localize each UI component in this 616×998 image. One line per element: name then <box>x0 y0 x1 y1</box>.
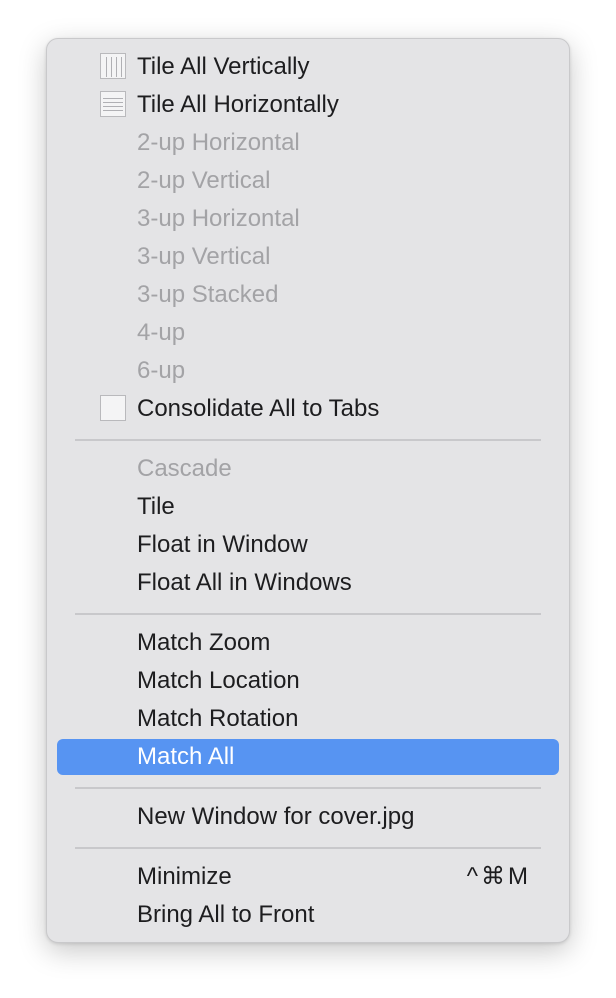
menu-item-4up[interactable]: 4-up <box>57 315 559 351</box>
menu-item-6up[interactable]: 6-up <box>57 353 559 389</box>
menu-item-label: 3-up Stacked <box>137 281 279 308</box>
window-menu: Tile All Vertically Tile All Horizontall… <box>46 38 570 943</box>
menu-item-float-all-in-windows[interactable]: Float All in Windows <box>57 565 559 601</box>
menu-item-label: 3-up Vertical <box>137 243 271 270</box>
menu-item-3up-vertical[interactable]: 3-up Vertical <box>57 239 559 275</box>
menu-separator <box>75 847 541 849</box>
menu-item-label: 2-up Vertical <box>137 167 271 194</box>
menu-item-match-all[interactable]: Match All <box>57 739 559 775</box>
menu-item-2up-vertical[interactable]: 2-up Vertical <box>57 163 559 199</box>
menu-item-label: Match All <box>137 743 235 770</box>
menu-item-match-rotation[interactable]: Match Rotation <box>57 701 559 737</box>
menu-separator <box>75 613 541 615</box>
menu-item-tile[interactable]: Tile <box>57 489 559 525</box>
menu-item-label: Match Location <box>137 667 300 694</box>
menu-item-label: Minimize <box>137 863 232 890</box>
menu-item-tile-all-vertically[interactable]: Tile All Vertically <box>57 49 559 85</box>
menu-item-bring-all-to-front[interactable]: Bring All to Front <box>57 897 559 933</box>
menu-item-label: Consolidate All to Tabs <box>137 395 380 422</box>
menu-item-label: Cascade <box>137 455 232 482</box>
menu-item-label: Tile All Horizontally <box>137 91 339 118</box>
menu-item-label: Bring All to Front <box>137 901 315 928</box>
menu-item-label: 4-up <box>137 319 186 346</box>
menu-item-new-window-for-file[interactable]: New Window for cover.jpg <box>57 799 559 835</box>
menu-item-3up-stacked[interactable]: 3-up Stacked <box>57 277 559 313</box>
menu-item-label: 6-up <box>137 357 186 384</box>
menu-item-2up-horizontal[interactable]: 2-up Horizontal <box>57 125 559 161</box>
menu-item-label: Match Rotation <box>137 705 299 732</box>
tile-vertical-icon <box>100 53 126 79</box>
menu-item-label: Match Zoom <box>137 629 271 656</box>
menu-separator <box>75 439 541 441</box>
menu-item-match-location[interactable]: Match Location <box>57 663 559 699</box>
menu-separator <box>75 787 541 789</box>
menu-item-label: 3-up Horizontal <box>137 205 300 232</box>
menu-item-label: Float in Window <box>137 531 308 558</box>
menu-item-cascade[interactable]: Cascade <box>57 451 559 487</box>
menu-item-tile-all-horizontally[interactable]: Tile All Horizontally <box>57 87 559 123</box>
menu-item-3up-horizontal[interactable]: 3-up Horizontal <box>57 201 559 237</box>
menu-item-match-zoom[interactable]: Match Zoom <box>57 625 559 661</box>
menu-item-label: New Window for cover.jpg <box>137 803 415 830</box>
menu-item-label: Tile <box>137 493 175 520</box>
menu-item-label: Tile All Vertically <box>137 53 310 80</box>
keyboard-shortcut: ^⌘M <box>466 863 531 890</box>
menu-item-label: 2-up Horizontal <box>137 129 300 156</box>
menu-item-label: Float All in Windows <box>137 569 352 596</box>
menu-item-consolidate-all-to-tabs[interactable]: Consolidate All to Tabs <box>57 391 559 427</box>
menu-item-float-in-window[interactable]: Float in Window <box>57 527 559 563</box>
consolidate-tabs-icon <box>100 395 126 421</box>
menu-item-minimize[interactable]: Minimize ^⌘M <box>57 859 559 895</box>
tile-horizontal-icon <box>100 91 126 117</box>
